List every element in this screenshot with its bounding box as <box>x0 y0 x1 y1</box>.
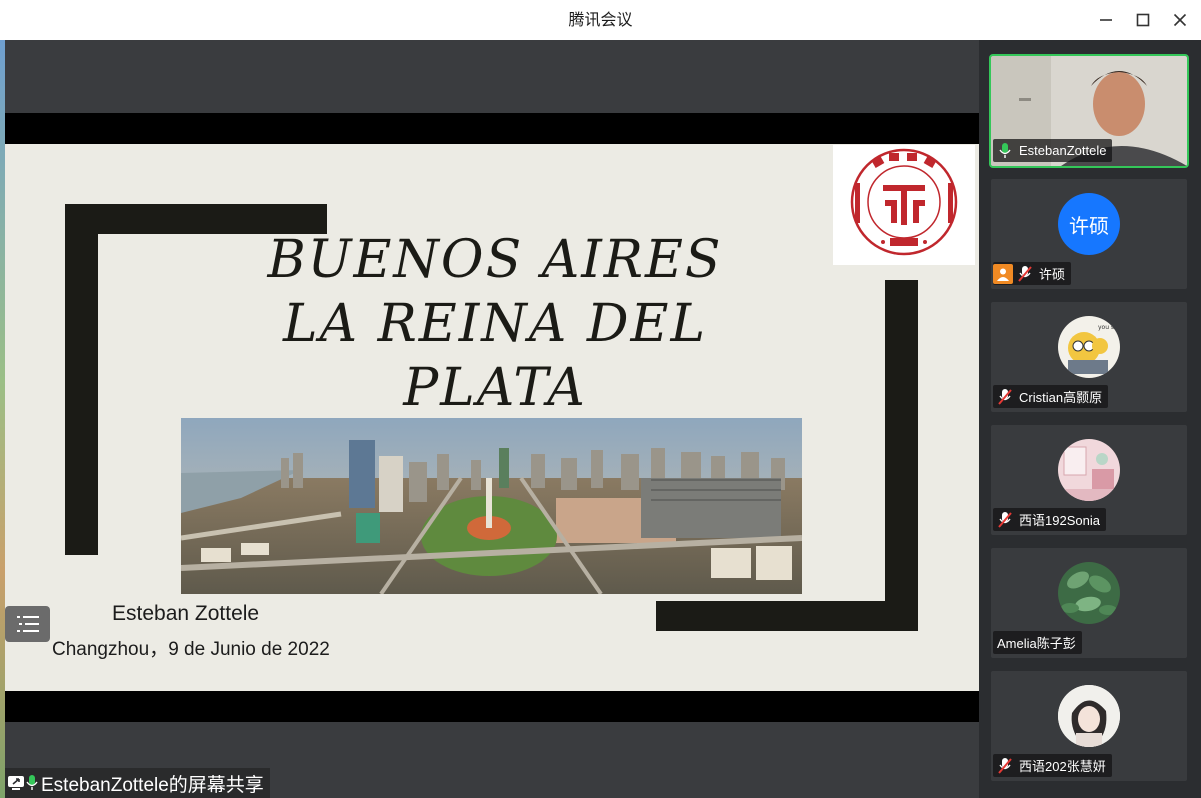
minimize-icon <box>1100 19 1112 21</box>
slide-author: Esteban Zottele <box>112 602 260 625</box>
user-icon <box>993 263 1013 284</box>
window-title: 腾讯会议 <box>568 10 633 29</box>
title-bar: 腾讯会议 <box>0 0 1201 40</box>
mic-on-icon <box>26 775 38 790</box>
university-logo <box>833 145 975 265</box>
close-button[interactable] <box>1168 8 1192 32</box>
participant-name: EstebanZottele <box>1019 143 1107 158</box>
participant-name: Cristian高颢原 <box>1019 390 1103 405</box>
mic-on-icon <box>995 141 1015 161</box>
participant-name: 西语192Sonia <box>1019 513 1100 528</box>
shared-screen-area[interactable]: BUENOS AIRES LA REINA DEL PLATA Esteban … <box>5 40 979 798</box>
maximize-icon <box>1136 13 1150 27</box>
participant-name: 西语202张慧妍 <box>1019 759 1106 774</box>
initials-avatar: 许硕 <box>1058 193 1120 255</box>
slide-place-date: Changzhou，9 de Junio de 2022 <box>52 639 330 660</box>
avatar-initials: 许硕 <box>1069 213 1109 238</box>
participant-namebar: 西语202张慧妍 <box>993 754 1112 777</box>
participant-tile[interactable]: 西语202张慧妍 <box>991 671 1187 781</box>
close-icon <box>1173 13 1187 27</box>
participant-namebar: Cristian高颢原 <box>993 385 1109 408</box>
participant-avatar <box>1058 439 1120 501</box>
participant-tile[interactable]: 西语192Sonia <box>991 425 1187 535</box>
frame-right-bar <box>885 280 918 631</box>
slide-title: BUENOS AIRES LA REINA DEL PLATA <box>205 228 785 420</box>
participant-tile[interactable]: Amelia陈子彭 <box>991 548 1187 658</box>
mic-muted-icon <box>995 510 1015 530</box>
letterbox-bottom <box>5 691 979 722</box>
participant-namebar: EstebanZottele <box>993 139 1113 162</box>
avatar-caption: you sa <box>1098 324 1118 331</box>
mic-muted-icon <box>995 756 1015 776</box>
participant-name: Amelia陈子彭 <box>997 636 1076 651</box>
participant-namebar: 许硕 <box>993 262 1072 285</box>
participant-tile[interactable]: you sa Cristian高颢原 <box>991 302 1187 412</box>
screen-share-icon <box>8 776 24 790</box>
participant-tile[interactable]: EstebanZottele <box>989 54 1189 168</box>
presentation-slide: BUENOS AIRES LA REINA DEL PLATA Esteban … <box>5 144 979 691</box>
maximize-button[interactable] <box>1131 8 1155 32</box>
participant-avatar <box>1058 562 1120 624</box>
participant-avatar <box>1058 685 1120 747</box>
participant-name: 许硕 <box>1039 267 1066 282</box>
screen-share-label: EstebanZottele的屏幕共享 <box>41 774 264 796</box>
slide-title-line: LA REINA DEL <box>282 294 708 354</box>
minimize-button[interactable] <box>1094 8 1118 32</box>
slide-title-line: PLATA <box>403 358 587 418</box>
frame-left-bar <box>65 204 98 555</box>
city-panorama-photo <box>181 418 802 594</box>
participant-namebar: 西语192Sonia <box>993 508 1106 531</box>
participant-panel: EstebanZottele 许硕 许硕 you sa Cristian高颢原 … <box>979 40 1201 798</box>
participant-avatar: you sa <box>1058 316 1120 378</box>
frame-bottom-bar <box>656 601 918 631</box>
screen-share-indicator[interactable]: EstebanZottele的屏幕共享 <box>5 768 270 798</box>
table-of-contents-button[interactable] <box>5 606 50 642</box>
list-icon <box>16 616 39 632</box>
participant-namebar: Amelia陈子彭 <box>993 631 1082 654</box>
mic-muted-icon <box>1015 264 1035 284</box>
letterbox-top <box>5 113 979 144</box>
slide-title-line: BUENOS AIRES <box>267 230 723 290</box>
mic-muted-icon <box>995 387 1015 407</box>
participant-tile[interactable]: 许硕 许硕 <box>991 179 1187 289</box>
